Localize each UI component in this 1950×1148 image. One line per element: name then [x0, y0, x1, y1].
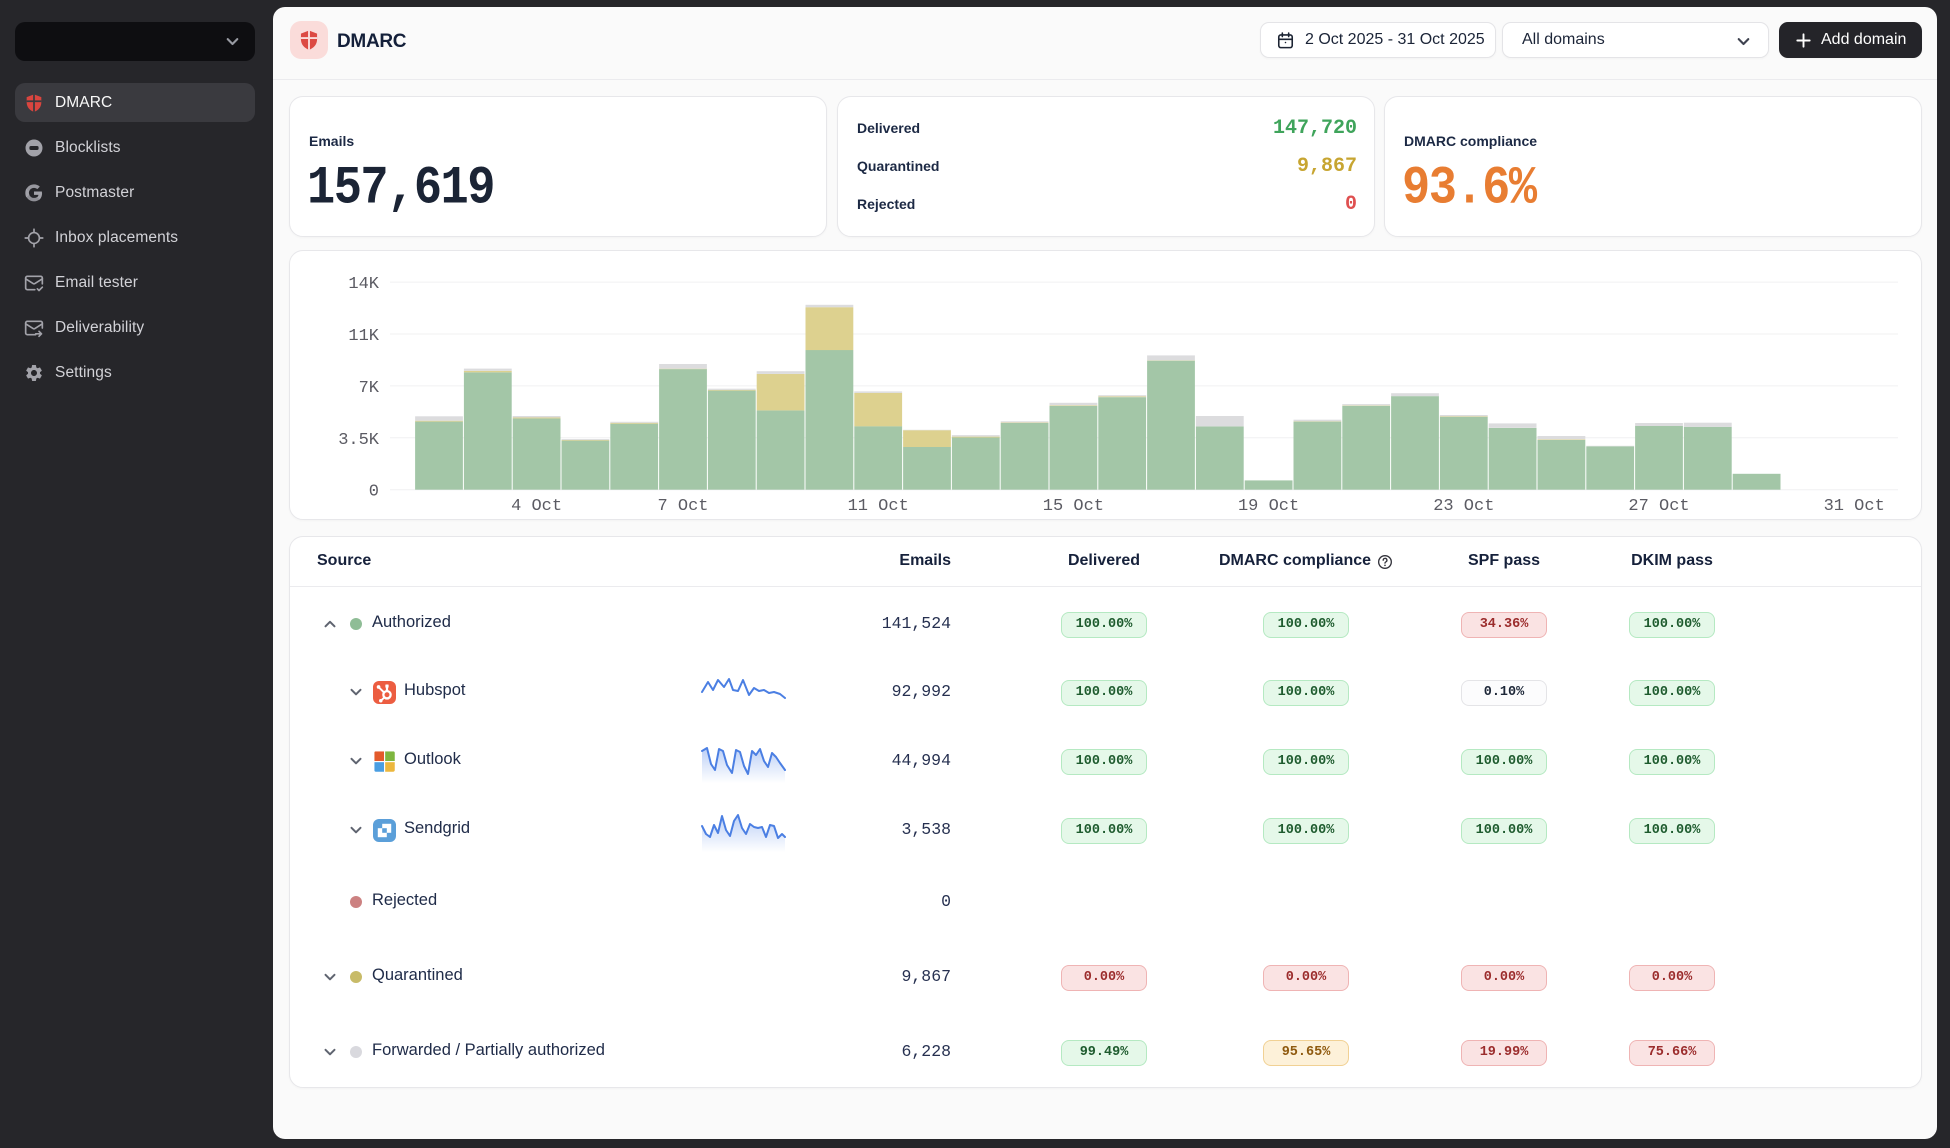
svg-text:14K: 14K — [348, 275, 379, 294]
svg-text:7K: 7K — [359, 379, 380, 398]
svg-text:19 Oct: 19 Oct — [1238, 497, 1299, 516]
svg-text:4 Oct: 4 Oct — [511, 497, 562, 516]
svg-text:23 Oct: 23 Oct — [1433, 497, 1494, 516]
svg-text:15 Oct: 15 Oct — [1043, 497, 1104, 516]
svg-text:31 Oct: 31 Oct — [1824, 497, 1885, 516]
svg-text:0: 0 — [369, 483, 379, 502]
svg-text:3.5K: 3.5K — [338, 431, 380, 450]
svg-text:27 Oct: 27 Oct — [1628, 497, 1689, 516]
svg-text:11 Oct: 11 Oct — [848, 497, 909, 516]
svg-text:7 Oct: 7 Oct — [657, 497, 708, 516]
svg-text:11K: 11K — [348, 327, 379, 346]
